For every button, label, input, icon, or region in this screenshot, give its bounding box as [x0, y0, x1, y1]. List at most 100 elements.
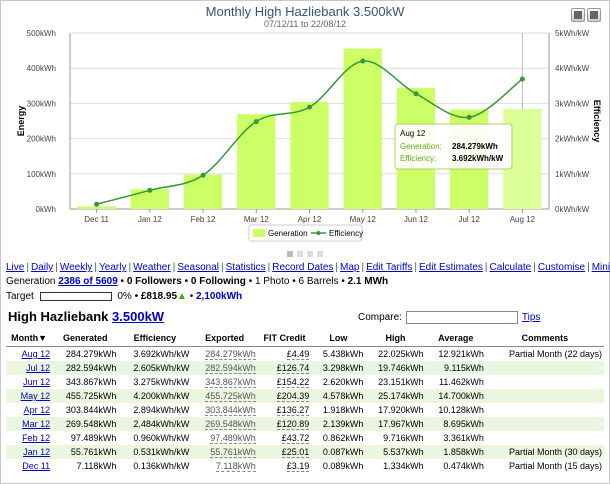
month-link[interactable]: Feb 12 [22, 433, 50, 443]
nav-separator: | [221, 262, 224, 273]
sort-month-header[interactable]: Month▼ [6, 329, 53, 347]
x-tick-label: Jan 12 [138, 215, 163, 224]
efficiency-point [253, 119, 259, 125]
average-cell: 10.128kWh [438, 405, 484, 415]
nav-link-statistics[interactable]: Statistics [226, 262, 266, 273]
fit-credit-cell: £4.49 [258, 347, 312, 362]
print-chart-button[interactable] [571, 8, 585, 22]
legend-swatch-generation [253, 229, 265, 237]
table-row: Apr 12 303.844kWh 2.894kWh/kW 303.844kWh £13… [6, 403, 604, 417]
stats-prefix: Generation [6, 276, 59, 287]
nav-link-calculate[interactable]: Calculate [490, 262, 532, 273]
target-money: £818.95 [140, 291, 178, 302]
fit-credit-cell: £120.89 [257, 417, 312, 431]
comment-cell [486, 375, 604, 389]
low-cell: 3.298kWh [311, 361, 366, 375]
nav-separator: | [361, 262, 365, 273]
high-cell: 5.537kWh [365, 445, 426, 459]
pager-dot [317, 251, 323, 257]
month-link[interactable]: Jul 12 [26, 363, 50, 373]
fit-credit-cell: £126.74 [257, 361, 312, 375]
average-cell: 11.462kWh [439, 377, 484, 387]
fit-credit-cell: £3.19 [258, 459, 312, 473]
nav-link-weather[interactable]: Weather [133, 262, 171, 273]
column-header: Average [425, 329, 486, 347]
fit-credit-cell-value: £154.22 [276, 377, 310, 388]
nav-link-map[interactable]: Map [340, 262, 359, 273]
tooltip-value: 284.279kWh [452, 142, 498, 151]
compare-area: Compare: Tips [358, 311, 540, 324]
table-row: Aug 12 284.279kWh 3.692kWh/kW 284.279kWh £4.… [6, 347, 604, 362]
nav-separator: | [587, 262, 590, 273]
y-axis-label: Energy [16, 106, 26, 137]
efficiency-point [413, 91, 419, 97]
month-link[interactable]: Apr 12 [24, 405, 51, 415]
nav-separator: | [94, 262, 98, 273]
month-link[interactable]: Jun 12 [23, 377, 50, 387]
efficiency-cell: 2.484kWh/kW [118, 417, 192, 431]
low-cell: 0.089kWh [322, 461, 364, 471]
nav-link-minimise[interactable]: Minimise [592, 262, 610, 273]
efficiency-cell: 2.605kWh/kW [118, 361, 192, 375]
pager-dot [287, 251, 293, 257]
fit-credit-cell-value: £3.19 [286, 461, 310, 472]
followers-count: 0 Followers [126, 276, 182, 287]
tips-link[interactable]: Tips [522, 312, 541, 323]
legend-label-efficiency: Efficiency [329, 229, 363, 238]
efficiency-point [466, 114, 472, 120]
pager-dot [297, 251, 303, 257]
comment-cell: Partial Month (30 days) [485, 445, 604, 459]
generated-cell: 455.725kWh [52, 389, 119, 403]
fit-credit-cell-value: £4.49 [286, 349, 310, 360]
low-cell: 2.620kWh [322, 377, 364, 387]
nav-links: Live | Daily | Weekly | Yearly | Weather | Seasona… [6, 262, 610, 273]
column-header: Generated [52, 329, 119, 347]
month-cell: May 12 [6, 389, 53, 403]
nav-link-live[interactable]: Live [6, 262, 24, 273]
month-cell: Mar 12 [6, 417, 53, 431]
nav-link-edit-tariffs[interactable]: Edit Tariffs [366, 262, 412, 273]
rank-link[interactable]: 2386 of 5609 [58, 276, 118, 287]
efficiency-cell: 0.531kWh/kW [118, 445, 192, 459]
month-link[interactable]: Dec 11 [22, 461, 50, 471]
high-cell: 9.716kWh [383, 433, 424, 443]
fit-credit-cell: £43.72 [258, 431, 312, 445]
compare-input[interactable] [405, 311, 518, 324]
fit-credit-cell: £25.01 [257, 445, 312, 459]
nav-link-customise[interactable]: Customise [538, 262, 585, 273]
x-tick-label: May 12 [350, 215, 377, 224]
month-link[interactable]: Aug 12 [22, 349, 51, 359]
nav-link-weekly[interactable]: Weekly [60, 262, 93, 273]
target-line: Target 0% • £818.95▲ • 2,100kWh [6, 291, 242, 302]
efficiency-point [519, 76, 525, 82]
export-chart-button[interactable] [587, 8, 601, 22]
average-cell: 1.858kWh [425, 445, 486, 459]
nav-link-record-dates[interactable]: Record Dates [272, 262, 333, 273]
nav-link-yearly[interactable]: Yearly [99, 262, 126, 273]
y-tick-label: 0kWh [36, 205, 56, 214]
column-header: FIT Credit [257, 329, 312, 347]
nav-link-edit-estimates[interactable]: Edit Estimates [419, 262, 483, 273]
tooltip-month: Aug 12 [400, 129, 426, 138]
efficiency-cell: 0.136kWh/kW [133, 461, 190, 471]
nav-separator: | [55, 262, 58, 273]
month-link[interactable]: Mar 12 [22, 419, 50, 429]
exported-cell: 343.867kWh [191, 375, 257, 389]
compare-label: Compare: [358, 312, 402, 324]
exported-cell-value: 343.867kWh [205, 377, 256, 388]
efficiency-point [360, 58, 366, 64]
nav-separator: | [484, 262, 488, 273]
efficiency-point [200, 172, 206, 178]
month-link[interactable]: May 12 [21, 391, 51, 401]
nav-link-seasonal[interactable]: Seasonal [177, 262, 219, 273]
column-header: High [365, 329, 426, 347]
nav-separator: | [267, 262, 271, 273]
generated-cell: 284.279kWh [65, 349, 117, 359]
generated-cell: 97.489kWh [70, 433, 117, 443]
exported-cell: 284.279kWh [191, 347, 257, 362]
nav-link-daily[interactable]: Daily [31, 262, 53, 273]
month-link[interactable]: Jan 12 [23, 447, 50, 457]
low-cell: 1.918kWh [322, 405, 364, 415]
system-size-link[interactable]: 3.500kW [112, 309, 164, 324]
month-cell: Jan 12 [6, 445, 53, 459]
